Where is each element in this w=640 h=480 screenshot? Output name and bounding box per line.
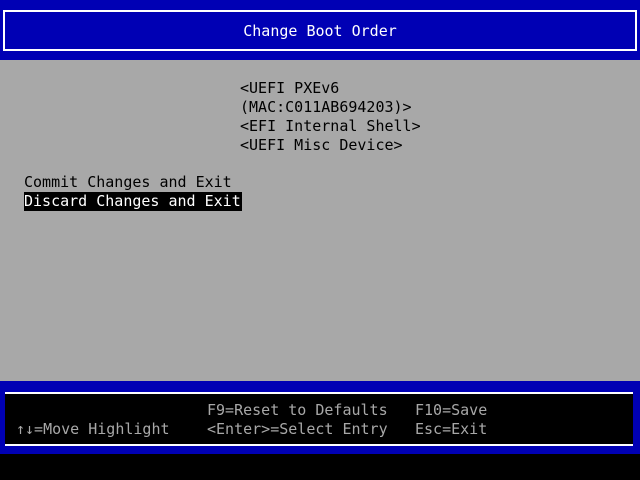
hint-reset-defaults: F9=Reset to Defaults (207, 401, 388, 419)
boot-order-item-misc-device[interactable]: <UEFI Misc Device> (240, 136, 421, 155)
boot-order-item-pxev6[interactable]: <UEFI PXEv6 (240, 79, 421, 98)
footer-band: ↑↓=Move Highlight F9=Reset to Defaults <… (0, 381, 640, 454)
boot-order-list[interactable]: <UEFI PXEv6 (MAC:C011AB694203)> <EFI Int… (240, 79, 421, 155)
bottom-bar (0, 454, 640, 480)
boot-order-item-efi-shell[interactable]: <EFI Internal Shell> (240, 117, 421, 136)
commit-changes-and-exit[interactable]: Commit Changes and Exit (24, 173, 233, 192)
hint-select-entry: <Enter>=Select Entry (207, 420, 388, 438)
hint-save: F10=Save (415, 401, 488, 419)
header-band: Change Boot Order (0, 0, 640, 60)
hint-move-highlight: ↑↓=Move Highlight (16, 420, 170, 438)
hint-exit: Esc=Exit (415, 420, 488, 438)
main-content: <UEFI PXEv6 (MAC:C011AB694203)> <EFI Int… (0, 60, 640, 381)
key-help-panel: ↑↓=Move Highlight F9=Reset to Defaults <… (5, 392, 633, 446)
discard-changes-and-exit[interactable]: Discard Changes and Exit (24, 192, 242, 211)
header-frame: Change Boot Order (3, 10, 637, 51)
boot-order-item-pxev6-mac[interactable]: (MAC:C011AB694203)> (240, 98, 421, 117)
page-title: Change Boot Order (243, 22, 397, 40)
